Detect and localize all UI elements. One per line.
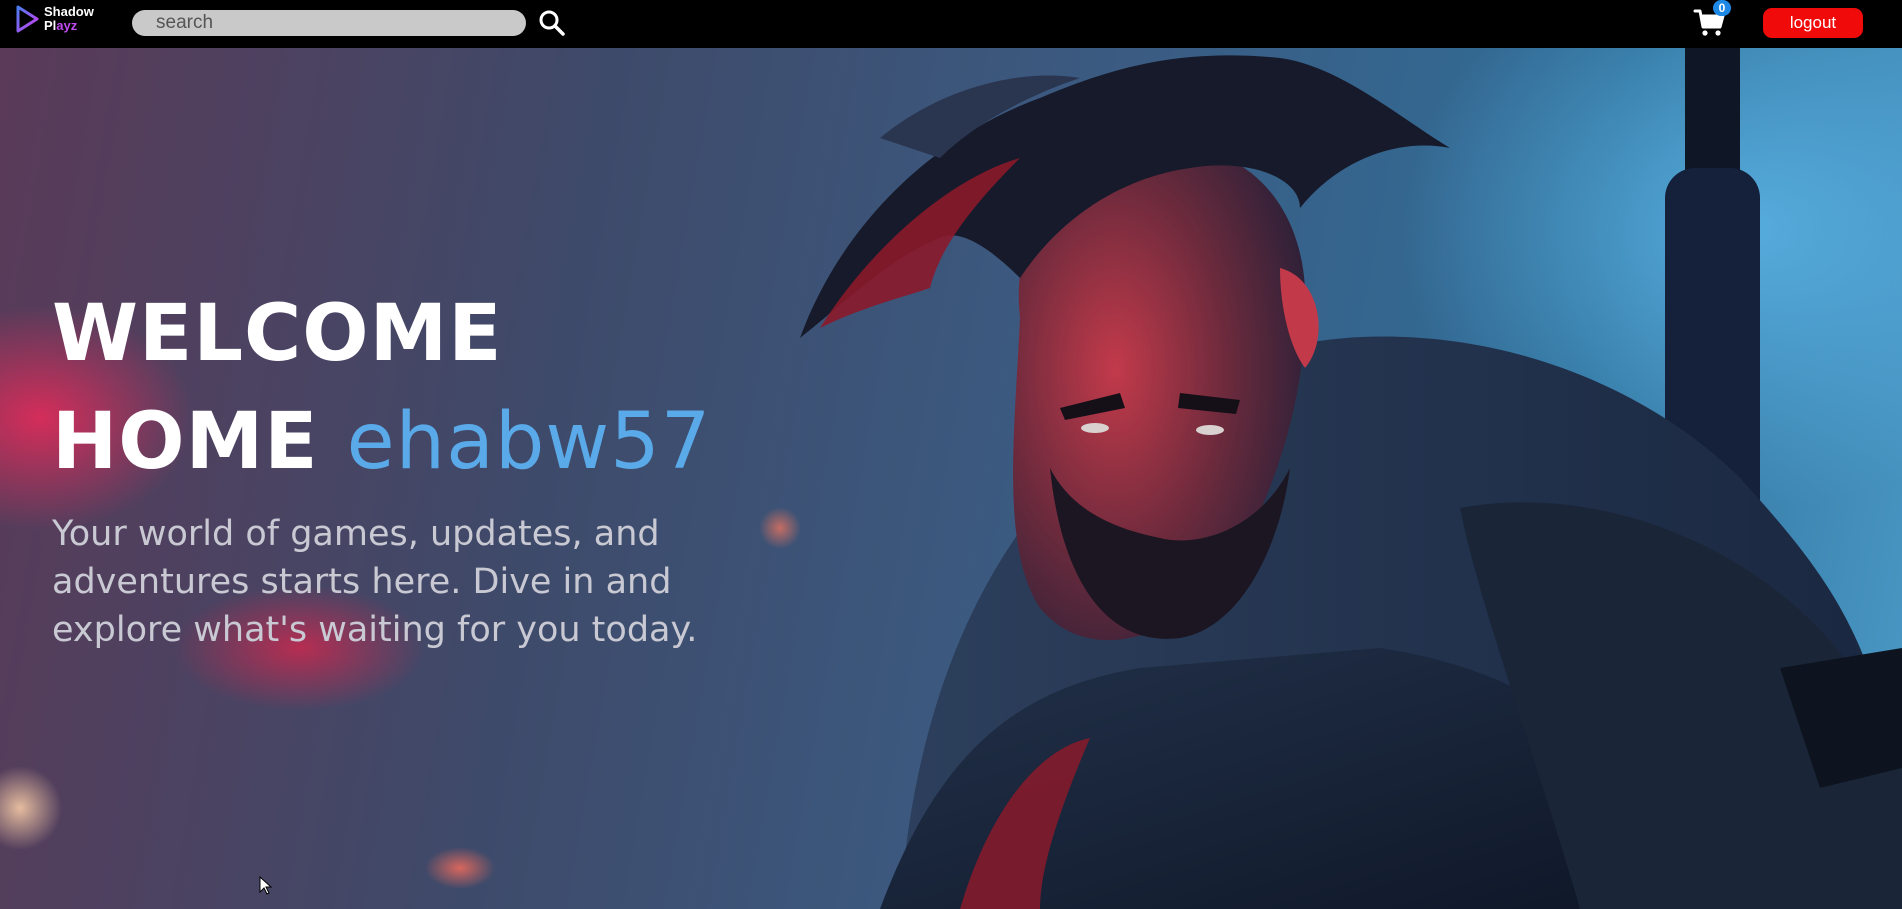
search-button[interactable]	[538, 9, 566, 37]
brand-name-line2-accent: ayz	[56, 18, 78, 33]
hero-banner: WELCOME HOME ehabw57 Your world of games…	[0, 48, 1902, 909]
hero-title-line1: WELCOME	[52, 289, 503, 379]
hero-description: Your world of games, updates, and advent…	[52, 514, 698, 650]
hero-title: WELCOME HOME ehabw57	[52, 280, 752, 496]
cart-count-badge: 0	[1713, 0, 1731, 16]
brand-logo[interactable]: Shadow Playz	[14, 4, 94, 34]
hero-username: ehabw57	[346, 397, 712, 487]
brand-name-line2: Playz	[44, 19, 94, 33]
hero-welcome-block: WELCOME HOME ehabw57 Your world of games…	[52, 280, 752, 654]
brand-name: Shadow Playz	[44, 5, 94, 33]
search-icon	[539, 10, 565, 36]
search-input[interactable]	[132, 10, 526, 36]
hero-title-line2: HOME	[52, 397, 319, 487]
mouse-cursor-icon	[259, 876, 273, 895]
brand-name-line1: Shadow	[44, 4, 94, 19]
play-logo-icon	[16, 5, 39, 33]
top-navbar: Shadow Playz 0 logout	[0, 0, 1902, 48]
brand-name-line2-pre: Pl	[44, 18, 57, 33]
hero-character-illustration	[800, 48, 1902, 909]
logout-button[interactable]: logout	[1763, 8, 1863, 38]
